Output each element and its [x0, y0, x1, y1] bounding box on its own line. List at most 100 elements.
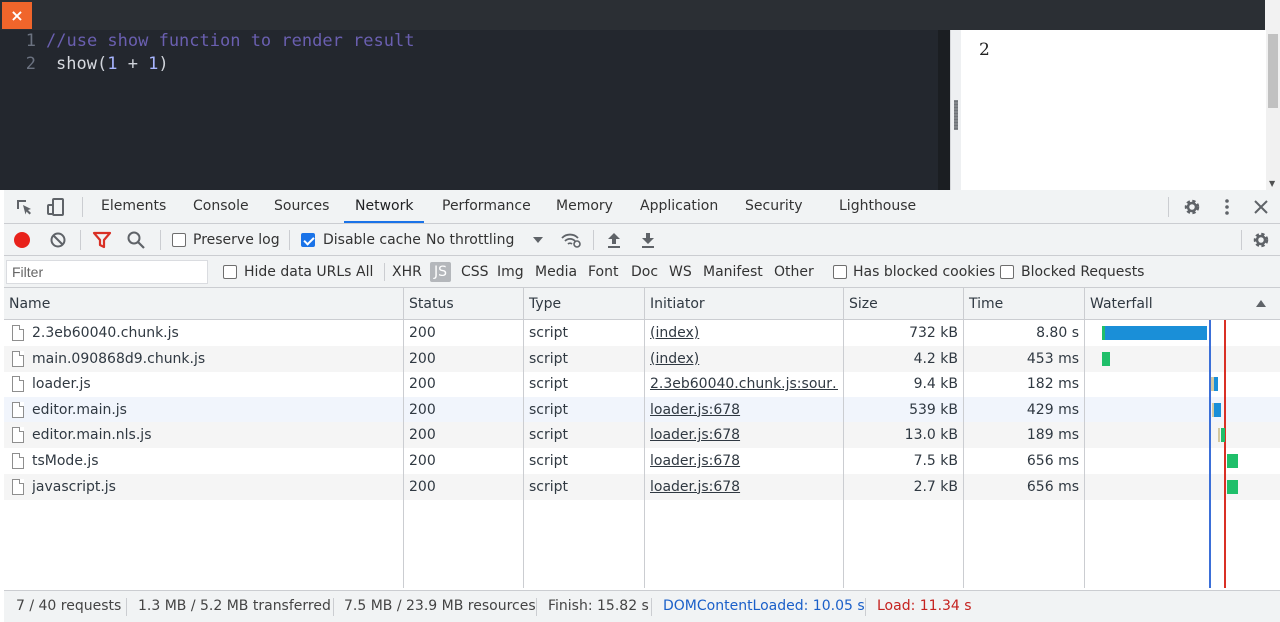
request-initiator-link[interactable]: (index) — [650, 346, 838, 372]
request-initiator-link[interactable]: loader.js:678 — [650, 397, 838, 423]
network-settings-gear-icon[interactable] — [1251, 230, 1271, 250]
tab-network[interactable]: Network — [344, 190, 425, 223]
request-initiator-link[interactable]: loader.js:678 — [650, 448, 838, 474]
record-icon[interactable] — [12, 230, 32, 250]
column-divider[interactable] — [523, 288, 524, 588]
topbar-strip — [1265, 0, 1280, 30]
filter-input[interactable] — [6, 260, 208, 284]
editor-scrollbar[interactable] — [938, 30, 950, 190]
tab-console[interactable]: Console — [193, 190, 249, 223]
column-divider[interactable] — [403, 288, 404, 588]
filter-type-other[interactable]: Other — [774, 256, 814, 288]
tab-elements[interactable]: Elements — [101, 190, 166, 223]
column-divider[interactable] — [644, 288, 645, 588]
filter-type-doc[interactable]: Doc — [631, 256, 658, 288]
result-scrollbar[interactable]: ▼ — [1266, 30, 1280, 190]
result-value: 2 — [979, 40, 990, 60]
waterfall-bar[interactable] — [1218, 428, 1220, 443]
result-pane: 2 — [961, 30, 1266, 190]
request-status: 200 — [409, 401, 436, 418]
scrollbar-thumb[interactable] — [1268, 34, 1278, 108]
column-divider[interactable] — [963, 288, 964, 588]
column-header-size[interactable]: Size — [844, 288, 878, 320]
waterfall-bar[interactable] — [1214, 377, 1218, 392]
waterfall-bar[interactable] — [1230, 454, 1238, 468]
filter-type-css[interactable]: CSS — [461, 256, 489, 288]
inspect-element-icon[interactable] — [14, 197, 34, 217]
request-name[interactable]: editor.main.js — [32, 397, 397, 423]
filter-type-img[interactable]: Img — [497, 256, 524, 288]
scroll-down-icon[interactable]: ▼ — [1269, 179, 1275, 188]
request-size: 7.5 kB — [913, 453, 958, 469]
preserve-log-checkbox[interactable] — [172, 233, 186, 247]
request-name[interactable]: main.090868d9.chunk.js — [32, 346, 397, 372]
tab-security[interactable]: Security — [745, 190, 803, 223]
upload-icon[interactable] — [605, 230, 625, 250]
tab-performance[interactable]: Performance — [442, 190, 531, 223]
request-initiator-link[interactable]: loader.js:678 — [650, 422, 838, 448]
has-blocked-cookies-checkbox[interactable] — [833, 265, 847, 279]
grip-icon — [954, 100, 958, 130]
more-options-icon[interactable] — [1217, 197, 1237, 217]
blocked-requests-checkbox[interactable] — [1000, 265, 1014, 279]
request-initiator-link[interactable]: (index) — [650, 320, 838, 346]
column-header-type[interactable]: Type — [524, 288, 561, 320]
network-conditions-icon[interactable] — [560, 230, 581, 250]
device-toolbar-icon[interactable] — [46, 197, 66, 217]
filter-icon[interactable] — [92, 230, 112, 250]
filter-type-font[interactable]: Font — [588, 256, 618, 288]
request-name[interactable]: editor.main.nls.js — [32, 422, 397, 448]
editor-topbar: × — [0, 0, 1280, 30]
request-name[interactable]: tsMode.js — [32, 448, 397, 474]
column-header-initiator[interactable]: Initiator — [645, 288, 705, 320]
download-icon[interactable] — [639, 230, 659, 250]
filter-type-manifest[interactable]: Manifest — [703, 256, 763, 288]
throttling-select[interactable]: No throttling — [426, 224, 514, 256]
request-initiator-link[interactable]: loader.js:678 — [650, 474, 838, 500]
hide-data-urls-checkbox[interactable] — [223, 265, 237, 279]
pane-splitter[interactable] — [950, 30, 961, 190]
close-devtools-icon[interactable] — [1251, 197, 1271, 217]
column-header-status[interactable]: Status — [404, 288, 454, 320]
waterfall-bar[interactable] — [1221, 428, 1225, 443]
close-button[interactable]: × — [2, 2, 32, 29]
waterfall-bar[interactable] — [1230, 479, 1238, 494]
filter-type-ws[interactable]: WS — [669, 256, 692, 288]
tab-lighthouse[interactable]: Lighthouse — [839, 190, 916, 223]
request-name[interactable]: loader.js — [32, 371, 397, 397]
column-header-name[interactable]: Name — [4, 288, 50, 320]
dom-content-loaded-line — [1209, 320, 1211, 588]
clear-icon[interactable] — [48, 230, 68, 250]
waterfall-bar[interactable] — [1105, 326, 1207, 340]
filter-type-media[interactable]: Media — [535, 256, 577, 288]
filter-type-js[interactable]: JS — [430, 262, 452, 282]
divider — [160, 230, 161, 250]
request-time: 8.80 s — [1036, 325, 1079, 341]
gear-icon[interactable] — [1182, 197, 1202, 217]
tab-sources[interactable]: Sources — [274, 190, 329, 223]
filter-type-xhr[interactable]: XHR — [392, 256, 422, 288]
sort-ascending-icon[interactable] — [1255, 297, 1267, 313]
waterfall-bar[interactable] — [1105, 351, 1110, 366]
file-icon — [12, 401, 24, 418]
column-header-waterfall[interactable]: Waterfall — [1085, 288, 1153, 320]
column-header-time[interactable]: Time — [964, 288, 1003, 320]
search-icon[interactable] — [126, 230, 146, 250]
request-name[interactable]: 2.3eb60040.chunk.js — [32, 320, 397, 346]
tab-memory[interactable]: Memory — [556, 190, 613, 223]
code-paren: ( — [96, 54, 108, 74]
file-icon — [12, 325, 24, 341]
tab-application[interactable]: Application — [640, 190, 718, 223]
request-initiator-link[interactable]: 2.3eb60040.chunk.js:sour… — [650, 371, 838, 397]
column-divider[interactable] — [843, 288, 844, 588]
filter-type-all[interactable]: All — [356, 256, 373, 288]
request-time: 189 ms — [1026, 427, 1079, 444]
request-type: script — [529, 453, 569, 469]
disable-cache-checkbox[interactable] — [301, 233, 315, 247]
request-size: 13.0 kB — [904, 427, 958, 444]
waterfall-bar[interactable] — [1214, 402, 1221, 417]
chevron-down-icon[interactable] — [531, 230, 551, 250]
code-editor[interactable]: 1 //use show function to render result 2… — [0, 30, 950, 190]
divider — [1241, 230, 1242, 250]
request-name[interactable]: javascript.js — [32, 474, 397, 500]
